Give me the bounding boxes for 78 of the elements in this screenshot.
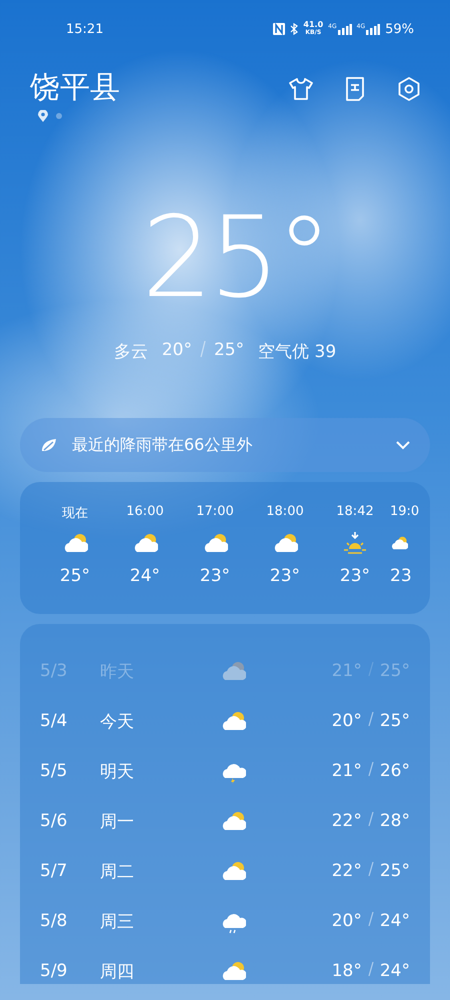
day-label: 周四 bbox=[100, 960, 135, 982]
clothing-button[interactable] bbox=[288, 76, 314, 102]
date-label: 5/8 bbox=[40, 911, 68, 931]
high-temperature: 24° bbox=[380, 961, 410, 981]
hour-temperature: 23° bbox=[270, 566, 300, 586]
rain-alert-text: 最近的降雨带在66公里外 bbox=[72, 434, 254, 456]
day-label: 今天 bbox=[100, 710, 135, 732]
current-temperature: 25° bbox=[140, 192, 328, 325]
low-temperature: 22° bbox=[332, 811, 362, 831]
clothing-icon bbox=[288, 76, 314, 102]
high-temperature: 25° bbox=[214, 340, 244, 362]
partly-cloudy-icon bbox=[220, 710, 246, 732]
slash-divider-icon bbox=[368, 811, 374, 827]
hour-label: 现在 bbox=[62, 505, 88, 520]
partly-cloudy-icon bbox=[62, 532, 88, 554]
hour-label: 18:42 bbox=[336, 504, 374, 520]
partly-cloudy-icon bbox=[220, 660, 246, 682]
high-temperature: 25° bbox=[380, 661, 410, 681]
slash-divider-icon bbox=[200, 340, 206, 358]
hour-temperature: 25° bbox=[60, 566, 90, 586]
low-temperature: 21° bbox=[332, 761, 362, 781]
nfc-icon bbox=[273, 23, 286, 35]
high-temperature: 25° bbox=[380, 711, 410, 731]
high-temperature: 26° bbox=[380, 761, 410, 781]
hour-temperature: 23° bbox=[200, 566, 230, 586]
city-name: 饶平县 bbox=[30, 70, 121, 106]
slash-divider-icon bbox=[368, 861, 374, 877]
day-label: 明天 bbox=[100, 760, 135, 782]
settings-button[interactable] bbox=[396, 76, 422, 102]
slash-divider-icon bbox=[368, 961, 374, 977]
air-quality: 空气优 39 bbox=[258, 341, 336, 363]
signal-icon bbox=[338, 24, 352, 34]
signal-icon bbox=[366, 24, 380, 34]
high-temperature: 28° bbox=[380, 811, 410, 831]
slash-divider-icon bbox=[368, 711, 374, 727]
hour-label: 16:00 bbox=[126, 504, 164, 520]
network-speed: 41.0 bbox=[303, 21, 324, 29]
partly-cloudy-icon bbox=[220, 860, 246, 882]
low-temperature: 22° bbox=[332, 861, 362, 881]
slash-divider-icon bbox=[368, 761, 374, 777]
hour-temperature: 23 bbox=[390, 566, 412, 586]
bluetooth-icon bbox=[290, 23, 298, 35]
low-temperature: 21° bbox=[332, 661, 362, 681]
hour-label: 17:00 bbox=[196, 504, 234, 520]
date-label: 5/7 bbox=[40, 861, 68, 881]
low-temperature: 20° bbox=[332, 911, 362, 931]
low-temperature: 18° bbox=[332, 961, 362, 981]
date-label: 5/6 bbox=[40, 811, 68, 831]
day-label: 周二 bbox=[100, 860, 135, 882]
date-label: 5/5 bbox=[40, 761, 68, 781]
slash-divider-icon bbox=[368, 911, 374, 927]
battery-level: 59% bbox=[385, 22, 414, 36]
high-temperature: 24° bbox=[380, 911, 410, 931]
partly-cloudy-icon bbox=[132, 532, 158, 554]
low-temperature: 20° bbox=[162, 340, 192, 362]
hour-temperature: 23° bbox=[340, 566, 370, 586]
hour-temperature: 24° bbox=[130, 566, 160, 586]
date-label: 5/3 bbox=[40, 661, 68, 681]
date-label: 5/9 bbox=[40, 961, 68, 981]
rain-alert-bar[interactable]: 最近的降雨带在66公里外 bbox=[20, 418, 430, 472]
day-label: 昨天 bbox=[100, 660, 135, 682]
partly-cloudy-icon bbox=[272, 532, 298, 554]
leaf-icon bbox=[40, 437, 58, 453]
partly-cloudy-icon bbox=[220, 960, 246, 982]
high-temperature: 25° bbox=[380, 861, 410, 881]
partly-cloudy-icon bbox=[220, 810, 246, 832]
slash-divider-icon bbox=[368, 661, 374, 677]
sunset-icon bbox=[342, 531, 368, 555]
settings-icon bbox=[396, 76, 422, 102]
weather-condition: 多云 bbox=[114, 341, 148, 363]
hour-label: 18:00 bbox=[266, 504, 304, 520]
partly-cloudy-icon bbox=[202, 532, 228, 554]
status-time: 15:21 bbox=[66, 22, 104, 36]
low-temperature: 20° bbox=[332, 711, 362, 731]
hour-label: 19:0 bbox=[390, 504, 420, 520]
date-label: 5/4 bbox=[40, 711, 68, 731]
day-label: 周三 bbox=[100, 910, 135, 932]
day-label: 周一 bbox=[100, 810, 135, 832]
